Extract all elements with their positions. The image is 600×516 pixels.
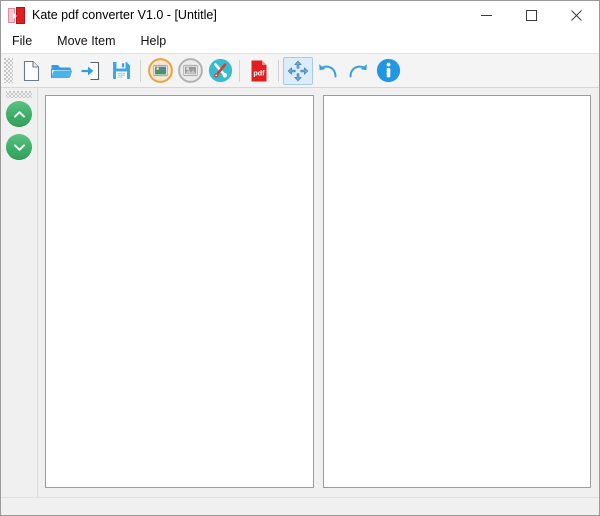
move-arrows-icon <box>287 60 309 82</box>
import-file-button[interactable] <box>76 57 106 85</box>
redo-button[interactable] <box>343 57 373 85</box>
toolbar-separator-3 <box>278 60 279 82</box>
page-panels <box>38 88 599 497</box>
image-gray-icon <box>178 58 203 83</box>
chevron-up-icon <box>12 107 27 122</box>
menu-item-move-item[interactable]: Move Item <box>55 33 125 51</box>
svg-text:pdf: pdf <box>253 68 265 77</box>
new-document-button[interactable] <box>16 57 46 85</box>
import-file-icon <box>80 60 102 82</box>
add-image-button[interactable] <box>145 57 175 85</box>
pdf-red-icon: pdf <box>249 59 269 83</box>
toolbar: pdf <box>1 54 599 88</box>
close-button[interactable] <box>554 1 599 30</box>
open-folder-button[interactable] <box>46 57 76 85</box>
remove-image-button[interactable] <box>175 57 205 85</box>
page-preview-right[interactable] <box>323 95 592 488</box>
status-bar <box>1 497 599 515</box>
menu-bar: File Move Item Help <box>1 30 599 54</box>
info-button[interactable] <box>373 57 403 85</box>
maximize-icon <box>526 10 537 21</box>
minimize-button[interactable] <box>464 1 509 30</box>
redo-arrow-icon <box>347 61 369 81</box>
minimize-icon <box>481 10 492 21</box>
close-icon <box>571 10 582 21</box>
menu-item-help[interactable]: Help <box>139 33 177 51</box>
new-document-icon <box>21 60 42 82</box>
main-content <box>1 88 599 497</box>
title-bar: Kate pdf converter V1.0 - [Untitle] <box>1 1 599 30</box>
menu-item-file[interactable]: File <box>10 33 42 51</box>
move-down-button[interactable] <box>6 134 32 160</box>
tools-button[interactable] <box>205 57 235 85</box>
move-sidebar <box>1 88 38 497</box>
chevron-down-icon <box>12 140 27 155</box>
sidebar-drag-grip[interactable] <box>6 91 32 98</box>
toolbar-separator-1 <box>140 60 141 82</box>
undo-arrow-icon <box>317 61 339 81</box>
move-up-button[interactable] <box>6 101 32 127</box>
save-floppy-icon <box>111 60 132 81</box>
undo-button[interactable] <box>313 57 343 85</box>
title-bar-left: Kate pdf converter V1.0 - [Untitle] <box>1 7 464 24</box>
save-button[interactable] <box>106 57 136 85</box>
open-folder-icon <box>50 61 73 81</box>
image-orange-icon <box>148 58 173 83</box>
toolbar-separator-2 <box>239 60 240 82</box>
app-window: Kate pdf converter V1.0 - [Untitle] File <box>0 0 600 516</box>
window-controls <box>464 1 599 30</box>
pdf-pages-icon <box>8 7 25 24</box>
window-title: Kate pdf converter V1.0 - [Untitle] <box>32 9 217 22</box>
toolbar-drag-grip[interactable] <box>4 58 13 83</box>
page-preview-left[interactable] <box>45 95 314 488</box>
export-pdf-button[interactable]: pdf <box>244 57 274 85</box>
maximize-button[interactable] <box>509 1 554 30</box>
info-blue-icon <box>376 58 401 83</box>
move-item-button[interactable] <box>283 57 313 85</box>
tools-teal-icon <box>208 58 233 83</box>
